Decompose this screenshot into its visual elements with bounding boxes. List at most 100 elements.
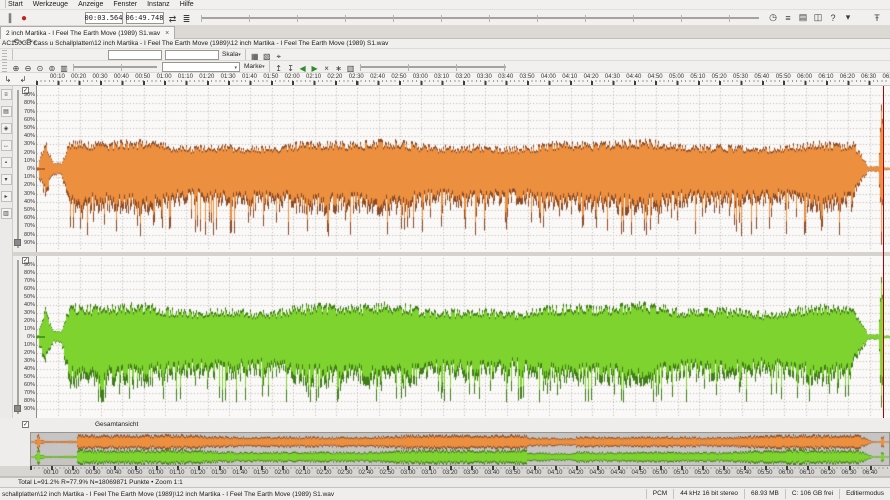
track-tool-1-icon[interactable]: ≡ xyxy=(0,89,12,100)
separator xyxy=(5,0,6,9)
toolbar-grip[interactable] xyxy=(2,49,7,60)
undo-dropdown-icon[interactable]: ▾ xyxy=(20,40,23,46)
percent-label: 10% xyxy=(23,342,35,348)
status-bar: schallplatten\12 inch Martika - I Feel T… xyxy=(0,487,890,500)
overview-header: ✓ Gesamtansicht xyxy=(0,419,890,431)
position-slider[interactable] xyxy=(199,12,761,24)
waveform-left-channel[interactable] xyxy=(36,86,890,252)
percent-label: 0% xyxy=(27,334,35,340)
percent-label: 60% xyxy=(23,286,35,292)
percent-label: 80% xyxy=(23,398,35,404)
selection-info-row: Total L=91.2% R=77.9% N=18069871 Punkte … xyxy=(0,477,890,487)
skala-label[interactable]: Skala xyxy=(222,51,238,58)
status-sample-details: 44 kHz 16 bit stereo xyxy=(673,489,744,499)
status-edit-mode: Editiermodus xyxy=(839,489,890,499)
mixer-icon[interactable]: ≣ xyxy=(180,12,194,26)
snap-in-icon[interactable]: ↳ xyxy=(2,73,14,85)
track-tool-8-icon[interactable]: ▥ xyxy=(0,208,12,219)
track-tool-4-icon[interactable]: ↔ xyxy=(0,140,12,151)
notes-icon[interactable]: ▤ xyxy=(796,11,810,25)
selection-info-text: Total L=91.2% R=77.9% N=18069871 Punkte … xyxy=(18,479,183,486)
percent-label: 60% xyxy=(23,382,35,388)
menu-hilfe[interactable]: Hilfe xyxy=(175,1,199,8)
audio-editor-window: Start Werkzeuge Anzeige Fenster Instanz … xyxy=(0,0,890,500)
percent-label: 30% xyxy=(23,358,35,364)
track-tool-3-icon[interactable]: ◈ xyxy=(0,123,12,134)
combo-dropdown-icon[interactable]: ▾ xyxy=(234,65,237,71)
playlist-icon[interactable]: ≡ xyxy=(781,11,795,25)
menu-bar: Start Werkzeuge Anzeige Fenster Instanz … xyxy=(0,0,890,10)
status-file-path: schallplatten\12 inch Martika - I Feel T… xyxy=(2,490,335,498)
ruler-time-label: 06:40 xyxy=(862,470,878,476)
vertical-zoom-handle-right[interactable] xyxy=(14,405,21,412)
percent-label: 40% xyxy=(23,302,35,308)
status-file-size: 68.93 MB xyxy=(744,489,785,499)
track-tool-5-icon[interactable]: ▪ xyxy=(0,157,12,168)
preset-combo[interactable]: ▾ xyxy=(162,61,240,72)
track-tool-6-icon[interactable]: ▾ xyxy=(0,174,12,185)
redo-dropdown-icon[interactable]: ▾ xyxy=(34,40,37,46)
vertical-zoom-track-left[interactable] xyxy=(17,90,19,248)
percent-label: 20% xyxy=(23,318,35,324)
skala-dropdown-icon[interactable]: ▾ xyxy=(238,52,241,58)
help-icon[interactable]: ? xyxy=(826,11,840,25)
percent-label: 50% xyxy=(23,374,35,380)
overview-checkbox[interactable]: ✓ xyxy=(22,421,29,428)
selection-length-input[interactable] xyxy=(165,49,219,60)
zoom-slider[interactable] xyxy=(71,61,159,73)
zoom-toolbar: ⊕ ⊖ ⊙ ⊚ ▥ ▾ Marke ▾ ↥ ↧ ◀ ▶ × ∗ ▥ xyxy=(0,61,890,73)
percent-label: 90% xyxy=(23,406,35,412)
history-icon[interactable]: ◷ xyxy=(766,11,780,25)
snap-return-icon[interactable]: ↲ xyxy=(17,73,29,85)
separator xyxy=(244,49,246,60)
record-icon[interactable]: ● xyxy=(17,12,31,26)
tab-bar: 2 inch Martika - I Feel The Earth Move (… xyxy=(0,26,890,39)
percent-label: 30% xyxy=(23,310,35,316)
main-toolbar: ◎□▱▾▤▾▥▾∥●▶▾|◀◀◀◀▶▶▶▶| 00:03.564 06:49.7… xyxy=(0,0,890,53)
zero-level-handle-left[interactable] xyxy=(36,168,45,170)
overview-waveform[interactable] xyxy=(31,433,889,465)
track-tool-7-icon[interactable]: ▸ xyxy=(0,191,12,202)
monitor-icon[interactable]: ◫ xyxy=(811,11,825,25)
time-ruler[interactable]: ↳ ↲ 00:10 00:20 00:30 00:40 00:50 01:00 01:10 01… xyxy=(0,73,890,86)
percent-label: 40% xyxy=(23,366,35,372)
loop-icon[interactable]: ⇄ xyxy=(166,12,180,26)
percent-label: 70% xyxy=(23,278,35,284)
percent-label: 70% xyxy=(23,390,35,396)
tab-close-icon[interactable]: × xyxy=(165,30,169,37)
overview-ruler[interactable]: 00:10 00:20 00:30 00:40 00:50 01:00 01:10 01:20… xyxy=(0,466,890,477)
waveform-panel: ≡ ▤ ◈ ↔ ▪ ▾ ▸ ▥ ✓ ✓ 90% 80% 70% 60% 50% 40% 30% 20% 10%… xyxy=(0,86,890,418)
waveform-right-channel[interactable] xyxy=(36,256,890,418)
time-position-display: 00:03.564 xyxy=(84,11,123,24)
menu-fenster[interactable]: Fenster xyxy=(108,1,142,8)
menu-instanz[interactable]: Instanz xyxy=(142,1,175,8)
overview-box[interactable] xyxy=(30,432,890,466)
track-tool-2-icon[interactable]: ▤ xyxy=(0,106,12,117)
ruler-time-label: 06:40 xyxy=(882,74,890,80)
marke-label[interactable]: Marke xyxy=(244,63,262,70)
overview-label: Gesamtansicht xyxy=(95,421,139,428)
more-dropdown-icon[interactable]: ▾ xyxy=(841,11,855,25)
selection-start-input[interactable] xyxy=(108,49,162,60)
edit-toolbar: ↶▾↷▾✂⧉▣▨⋈×⌦⊐ Skala ▾ ▦▧⌖ xyxy=(0,37,890,75)
stop-icon[interactable]: ∥ xyxy=(3,12,17,26)
document-title-row: AC150GB Cass u Schallplatten\12 inch Mar… xyxy=(0,39,890,49)
status-disk-free: C: 106 GB frei xyxy=(784,489,839,499)
percent-label: 50% xyxy=(23,294,35,300)
marker-slider[interactable] xyxy=(358,61,508,73)
percent-label: 80% xyxy=(23,270,35,276)
percent-label: 20% xyxy=(23,350,35,356)
toolbar-grip[interactable] xyxy=(2,61,7,72)
ruler-ticks xyxy=(36,80,890,85)
zero-level-handle-right[interactable] xyxy=(36,336,45,338)
vertical-zoom-handle-left[interactable] xyxy=(14,239,21,246)
marke-dropdown-icon[interactable]: ▾ xyxy=(262,64,265,70)
percent-label: 10% xyxy=(23,326,35,332)
time-total-display: 06:49.748 xyxy=(125,11,164,24)
separator xyxy=(268,61,270,72)
track-tool-strip: ≡ ▤ ◈ ↔ ▪ ▾ ▸ ▥ xyxy=(0,86,13,418)
playback-cursor[interactable] xyxy=(883,86,884,418)
pin-icon[interactable]: Ŧ xyxy=(870,11,884,25)
vertical-zoom-track-right[interactable] xyxy=(17,260,19,414)
percent-label: 90% xyxy=(23,262,35,268)
